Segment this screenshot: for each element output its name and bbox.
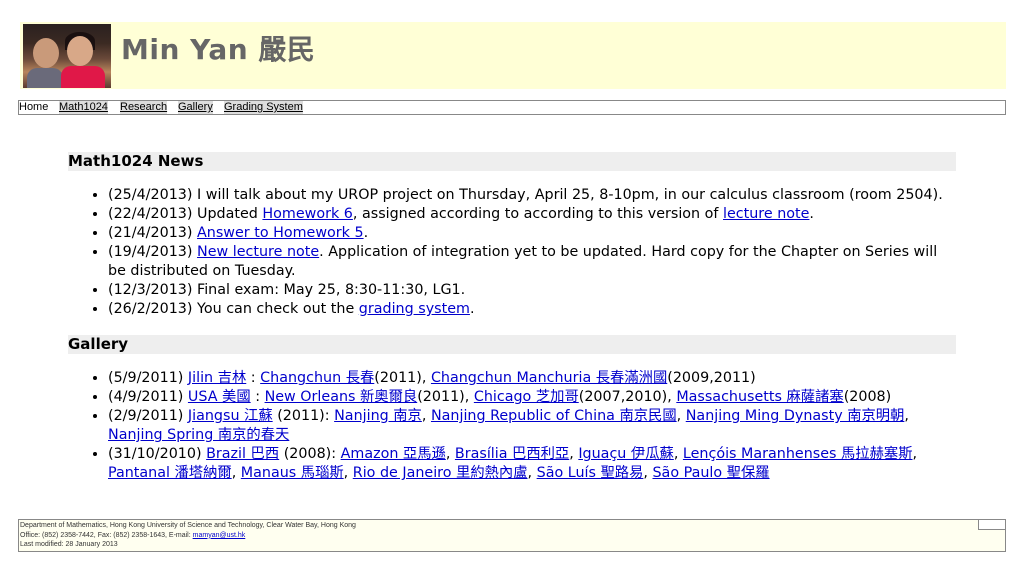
gallery-link[interactable]: Manaus 馬瑙斯 — [241, 465, 344, 481]
gallery-link[interactable]: Jiangsu 江蘇 — [188, 408, 273, 424]
answer-homework-5-link[interactable]: Answer to Homework 5 — [197, 225, 364, 241]
gallery-item: (5/9/2011) Jilin 吉林 : Changchun 長春(2011)… — [108, 369, 956, 388]
gallery-link[interactable]: Chicago 芝加哥 — [474, 389, 579, 405]
gallery-link[interactable]: Nanjing Spring 南京的春天 — [108, 427, 289, 443]
news-list: (25/4/2013) I will talk about my UROP pr… — [68, 186, 956, 319]
gallery-link[interactable]: Lençóis Maranhenses 馬拉赫塞斯 — [683, 446, 913, 462]
gallery-item: (31/10/2010) Brazil 巴西 (2008): Amazon 亞馬… — [108, 445, 956, 483]
gallery-link[interactable]: USA 美國 — [188, 389, 251, 405]
gallery-link[interactable]: Changchun 長春 — [260, 370, 374, 386]
gallery-link[interactable]: Amazon 亞馬遜 — [341, 446, 446, 462]
email-link[interactable]: mamyan@ust.hk — [193, 532, 246, 539]
footer-box — [978, 519, 1006, 530]
main-content: Math1024 News (25/4/2013) I will talk ab… — [68, 152, 956, 483]
lecture-note-link[interactable]: lecture note — [723, 206, 809, 222]
nav-home[interactable]: Home — [19, 101, 48, 114]
homework-6-link[interactable]: Homework 6 — [262, 206, 352, 222]
gallery-heading: Gallery — [68, 335, 956, 354]
nav-bar: Home Math1024 Research Gallery Grading S… — [18, 100, 1006, 115]
nav-math1024[interactable]: Math1024 — [59, 101, 108, 114]
gallery-link[interactable]: São Paulo 聖保羅 — [652, 465, 769, 481]
news-item: (21/4/2013) Answer to Homework 5. — [108, 224, 956, 243]
news-item: (22/4/2013) Updated Homework 6, assigned… — [108, 205, 956, 224]
footer: Department of Mathematics, Hong Kong Uni… — [18, 519, 1006, 552]
news-item: (12/3/2013) Final exam: May 25, 8:30-11:… — [108, 281, 956, 300]
gallery-item: (2/9/2011) Jiangsu 江蘇 (2011): Nanjing 南京… — [108, 407, 956, 445]
gallery-list: (5/9/2011) Jilin 吉林 : Changchun 長春(2011)… — [68, 369, 956, 483]
gallery-link[interactable]: Brasília 巴西利亞 — [455, 446, 569, 462]
grading-system-link[interactable]: grading system — [359, 301, 470, 317]
gallery-item: (4/9/2011) USA 美國 : New Orleans 新奧爾良(201… — [108, 388, 956, 407]
nav-research[interactable]: Research — [120, 101, 168, 114]
gallery-link[interactable]: Massachusetts 麻薩諸塞 — [676, 389, 843, 405]
nav-grading-system[interactable]: Grading System — [224, 101, 303, 114]
gallery-link[interactable]: Pantanal 潘塔納爾 — [108, 465, 232, 481]
header-banner: Min Yan 嚴民 — [20, 22, 1006, 89]
gallery-link[interactable]: Nanjing 南京 — [334, 408, 422, 424]
news-item: (19/4/2013) New lecture note. Applicatio… — [108, 243, 956, 281]
gallery-link[interactable]: Brazil 巴西 — [206, 446, 279, 462]
news-heading: Math1024 News — [68, 152, 956, 171]
page-title: Min Yan 嚴民 — [121, 33, 316, 66]
gallery-link[interactable]: New Orleans 新奧爾良 — [265, 389, 418, 405]
new-lecture-note-link[interactable]: New lecture note — [197, 244, 319, 260]
gallery-link[interactable]: Changchun Manchuria 長春滿洲國 — [431, 370, 667, 386]
gallery-link[interactable]: São Luís 聖路易 — [537, 465, 644, 481]
gallery-link[interactable]: Jilin 吉林 — [188, 370, 246, 386]
gallery-link[interactable]: Iguaçu 伊瓜蘇 — [578, 446, 673, 462]
profile-photo — [23, 24, 111, 88]
footer-text: Department of Mathematics, Hong Kong Uni… — [20, 522, 356, 548]
news-item: (25/4/2013) I will talk about my UROP pr… — [108, 186, 956, 205]
gallery-link[interactable]: Nanjing Republic of China 南京民國 — [431, 408, 677, 424]
news-item: (26/2/2013) You can check out the gradin… — [108, 300, 956, 319]
gallery-link[interactable]: Nanjing Ming Dynasty 南京明朝 — [686, 408, 905, 424]
nav-gallery[interactable]: Gallery — [178, 101, 213, 114]
gallery-link[interactable]: Rio de Janeiro 里約熱內盧 — [353, 465, 528, 481]
